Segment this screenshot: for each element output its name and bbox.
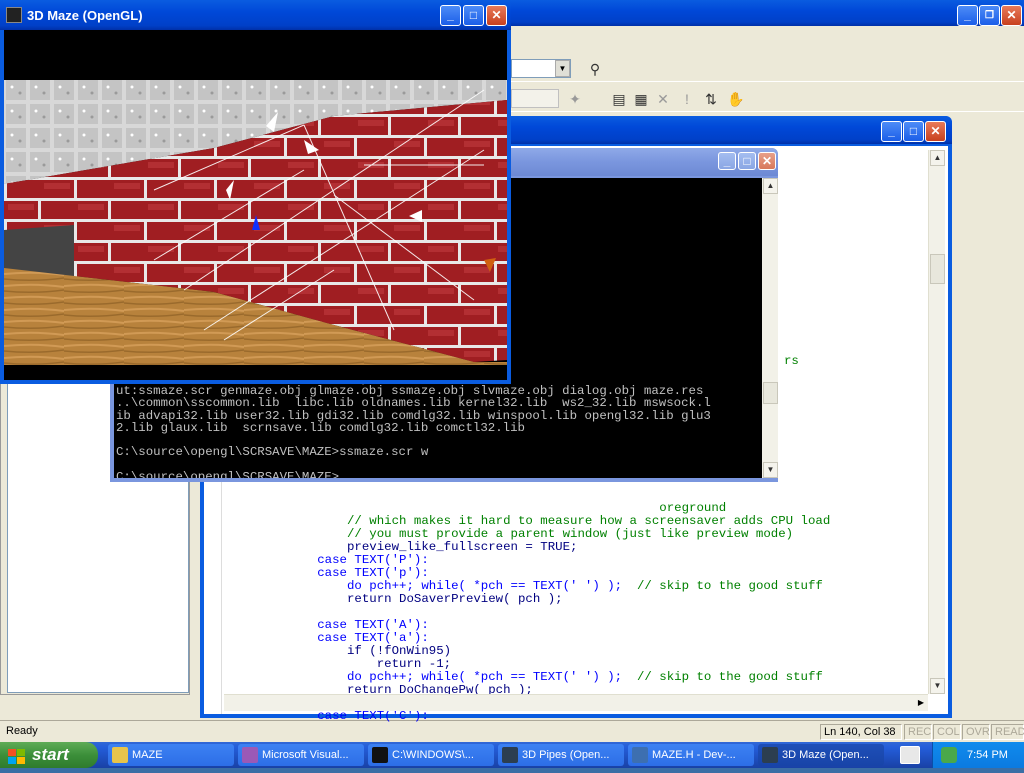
scroll-up-icon[interactable]: ▲: [930, 150, 945, 166]
cmd-maximize-button[interactable]: □: [738, 152, 756, 170]
opengl-app-icon: [502, 747, 518, 763]
scroll-thumb[interactable]: [930, 254, 945, 284]
cmd-scroll-down-icon[interactable]: ▼: [763, 462, 778, 478]
taskbar-item-label: C:\WINDOWS\...: [392, 749, 474, 761]
cmd-scroll-up-icon[interactable]: ▲: [763, 178, 778, 194]
editor-minimize-button[interactable]: _: [881, 121, 902, 142]
network-icon[interactable]: [941, 747, 957, 763]
code-fragment: rs: [784, 354, 799, 368]
toolbar-row-1: ▼ ⚲: [511, 56, 1024, 82]
code-text[interactable]: oreground // which makes it hard to meas…: [228, 502, 928, 723]
taskbar-item-visual-studio[interactable]: Microsoft Visual...: [238, 744, 364, 766]
maze-title: 3D Maze (OpenGL): [27, 8, 143, 23]
dev-cpp-icon: [632, 747, 648, 763]
toolbar-row-2: ✦ ▤ ▦ ✕ ! ⇅ ✋: [511, 86, 1024, 112]
taskbar-item-label: Microsoft Visual...: [262, 749, 349, 761]
cmd-scroll-thumb[interactable]: [763, 382, 778, 404]
scroll-down-icon[interactable]: ▼: [930, 678, 945, 694]
console-line: C:\source\opengl\SCRSAVE\MAZE>ssmaze.scr…: [116, 445, 429, 460]
visual-studio-icon: [242, 747, 258, 763]
cursor-position: Ln 140, Col 38: [820, 724, 902, 740]
clock[interactable]: 7:54 PM: [967, 742, 1008, 768]
build-icon[interactable]: ▦: [633, 91, 649, 107]
windows-logo-icon: [8, 747, 26, 764]
col-indicator: COL: [933, 724, 961, 740]
maze-minimize-button[interactable]: _: [440, 5, 461, 26]
scroll-right-icon[interactable]: ▶: [914, 695, 928, 711]
vs-restore-button[interactable]: ❐: [979, 5, 1000, 26]
cmd-vertical-scrollbar[interactable]: ▲ ▼: [762, 178, 778, 478]
sort-icon[interactable]: ⇅: [703, 91, 719, 107]
read-indicator: READ: [991, 724, 1024, 740]
editor-horizontal-scrollbar[interactable]: ▶: [224, 694, 928, 711]
keyboard-icon[interactable]: [900, 746, 920, 764]
opengl-app-icon: [6, 7, 22, 23]
cmd-close-button[interactable]: ✕: [758, 152, 776, 170]
vs-minimize-button[interactable]: _: [957, 5, 978, 26]
ovr-indicator: OVR: [962, 724, 990, 740]
editor-close-button[interactable]: ✕: [925, 121, 946, 142]
folder-icon: [112, 747, 128, 763]
platform-dropdown[interactable]: [511, 89, 559, 108]
opengl-app-icon: [762, 747, 778, 763]
cmd-minimize-button[interactable]: _: [718, 152, 736, 170]
stop-build-icon[interactable]: ✕: [655, 91, 671, 107]
maze-window: 3D Maze (OpenGL) _ □ ✕: [0, 0, 511, 384]
taskbar-item-label: MAZE: [132, 749, 163, 761]
exclamation-icon[interactable]: !: [679, 91, 695, 107]
chevron-down-icon[interactable]: ▼: [555, 60, 570, 77]
taskbar: start MAZE Microsoft Visual... C:\WINDOW…: [0, 742, 1024, 768]
system-tray: 7:54 PM: [932, 742, 1024, 768]
taskbar-item-command-prompt[interactable]: C:\WINDOWS\...: [368, 744, 494, 766]
console-line: ..\common\sscommon.lib libc.lib oldnames…: [116, 396, 711, 411]
console-line: ib advapi32.lib user32.lib gdi32.lib com…: [116, 408, 711, 423]
vs-close-button[interactable]: ✕: [1001, 5, 1022, 26]
rec-indicator: REC: [904, 724, 932, 740]
taskbar-item-label: MAZE.H - Dev-...: [652, 749, 736, 761]
code-line: case TEXT('C'):: [228, 709, 429, 723]
status-text: Ready: [6, 725, 38, 737]
console-line: C:\source\opengl\SCRSAVE\MAZE>: [116, 469, 340, 478]
taskbar-item-label: 3D Pipes (Open...: [522, 749, 610, 761]
maze-title-bar: 3D Maze (OpenGL) _ □ ✕: [0, 0, 511, 30]
taskbar-item-maze-folder[interactable]: MAZE: [108, 744, 234, 766]
wand-icon[interactable]: ✦: [567, 91, 583, 107]
compile-icon[interactable]: ▤: [611, 91, 627, 107]
start-label: start: [32, 745, 69, 764]
maze-viewport[interactable]: [4, 30, 507, 380]
taskbar-item-3d-pipes[interactable]: 3D Pipes (Open...: [498, 744, 624, 766]
hand-icon[interactable]: ✋: [727, 91, 744, 107]
maze-close-button[interactable]: ✕: [486, 5, 507, 26]
console-line: 2.lib glaux.lib scrnsave.lib comdlg32.li…: [116, 420, 525, 435]
console-icon: [372, 747, 388, 763]
editor-vertical-scrollbar[interactable]: ▲ ▼: [928, 150, 945, 694]
maze-scene: [4, 30, 507, 380]
code-line: return DoSaverPreview( pch );: [228, 592, 563, 606]
taskbar-item-3d-maze[interactable]: 3D Maze (Open...: [758, 744, 884, 766]
maze-maximize-button[interactable]: □: [463, 5, 484, 26]
editor-maximize-button[interactable]: □: [903, 121, 924, 142]
status-bar: Ready Ln 140, Col 38 REC COL OVR READ: [0, 720, 1024, 742]
find-icon[interactable]: ⚲: [587, 61, 603, 77]
taskbar-item-dev-cpp[interactable]: MAZE.H - Dev-...: [628, 744, 754, 766]
start-button[interactable]: start: [0, 742, 98, 768]
taskbar-item-label: 3D Maze (Open...: [782, 749, 869, 761]
